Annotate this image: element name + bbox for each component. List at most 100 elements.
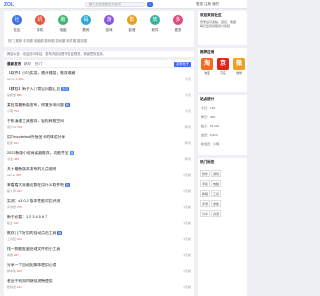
post-title[interactable]: 来看看大家最近都在用什么软件吧热 — [7, 183, 191, 188]
media-icon: 影 — [127, 15, 137, 25]
stats-title: 站点统计 — [200, 97, 215, 101]
list-item[interactable]: 手机清理工具推荐，轻松释放空间 用户01 632 昨天 — [7, 119, 191, 129]
stat-line: 新会员：小明 — [201, 142, 220, 146]
more-icon: 多 — [173, 15, 183, 25]
list-item[interactable]: 2022新版小说阅读器推荐，功能齐全精书虫 488 昨天 — [7, 151, 191, 161]
app-tile[interactable]: 京京东 — [215, 58, 231, 75]
post-title[interactable]: 新手必看：1 2 3 4 5 6 7 — [7, 215, 191, 220]
post-author[interactable]: 评测君 — [7, 205, 17, 209]
camera-icon: 码 — [81, 15, 91, 25]
tag-pill[interactable]: 游戏 — [211, 170, 222, 177]
post-author[interactable]: 路人甲 — [7, 189, 17, 193]
post-time: 5天前 — [183, 269, 191, 274]
post-time: 昨天 — [184, 141, 191, 146]
post-meta: 用户01 632 昨天 — [7, 125, 191, 129]
post-time: 2天前 — [183, 173, 191, 178]
tag-row: 分享 资源 — [200, 210, 222, 217]
list-item[interactable]: 新手必看：1 2 3 4 5 6 7 版主 341 3天前 — [7, 215, 191, 225]
nav-item-label: 数码 — [82, 28, 90, 32]
list-item[interactable]: 推荐几个好用的自动点击工具精工具控 310 4天前 — [7, 231, 191, 241]
header-user-links[interactable]: 登录 注册 我的 — [196, 2, 219, 7]
nav-item[interactable]: 社社区 — [8, 15, 26, 33]
weibo-icon: 微 — [233, 58, 245, 70]
app-tile[interactable]: 微微博 — [231, 58, 247, 75]
tab-featured[interactable]: 精华 — [24, 62, 31, 67]
app-tile-label: 京东 — [220, 71, 226, 75]
post-time: 今天 — [184, 109, 191, 114]
list-item[interactable]: 来看看大家最近都在用什么软件吧热路人甲 402 2天前 — [7, 183, 191, 193]
list-item[interactable]: 【软件】小巧实用，随开随用，推荐收藏 admin 1,284 今天 — [7, 71, 191, 81]
post-views: 341 — [13, 221, 19, 226]
tag-pill[interactable]: 工具 — [211, 190, 222, 197]
tag-pill[interactable]: 教程 — [200, 190, 211, 197]
post-title[interactable]: 老旧手机如何继续流畅使用 — [7, 279, 191, 284]
apps-title: 推荐应用 — [200, 50, 215, 54]
nav-item[interactable]: 码数码 — [77, 15, 95, 33]
post-title[interactable]: 手机清理工具推荐，轻松释放空间 — [7, 119, 191, 124]
post-author[interactable]: 数码迷 — [7, 285, 17, 289]
post-title[interactable]: 2022新版小说阅读器推荐，功能齐全精 — [7, 151, 191, 156]
tag-pill[interactable]: 求助 — [211, 200, 222, 207]
post-title[interactable]: 实测：v3.0.2 版本性能对比评测 — [7, 199, 191, 204]
nav-item[interactable]: 多更多 — [169, 15, 187, 33]
tag-pill[interactable]: 电脑 — [211, 180, 222, 187]
post-title[interactable]: 某应用最新版发布，修复多项问题精 — [7, 103, 191, 108]
post-badge: 精 — [69, 151, 75, 155]
list-item[interactable]: 【教程】新手入门常见问题汇总 置顶 编辑部 986 今天 — [7, 87, 191, 97]
app-tile[interactable]: 淘淘宝 — [199, 58, 215, 75]
phone-icon: 机 — [35, 15, 45, 25]
nav-item-label: 手机 — [36, 28, 44, 32]
tag-pill[interactable]: 分享 — [200, 210, 211, 217]
post-button[interactable]: 发布帖子 — [174, 61, 191, 67]
post-author[interactable]: admin — [7, 77, 16, 81]
post-meta: 版主 341 3天前 — [7, 221, 191, 225]
welcome-line: 每日签到领取积分奖励 — [200, 24, 231, 28]
post-author[interactable]: 小明 — [7, 109, 14, 113]
jd-icon: 京 — [217, 58, 229, 70]
list-item[interactable]: 找一款能批量处理文件的小工具 求助 287 4天前 — [7, 247, 191, 257]
tag-pill[interactable]: 软件 — [200, 170, 211, 177]
post-author[interactable]: 求助 — [7, 253, 14, 257]
search-icon[interactable]: ⌕ — [147, 2, 153, 7]
tag-row: 评测 求助 — [200, 200, 222, 207]
nav-item[interactable]: 软软件 — [146, 15, 164, 33]
tag-pill[interactable]: 手机 — [200, 180, 211, 187]
post-author[interactable]: 书虫 — [7, 157, 14, 161]
post-title[interactable]: 【软件】小巧实用，随开随用，推荐收藏 — [7, 71, 191, 76]
post-title[interactable]: 用Thunderbolt外接显卡的体验分享 — [7, 135, 191, 140]
nav-item[interactable]: 脑电脑 — [54, 15, 72, 33]
sub-category-links[interactable]: 热门 推荐 手机圈 电脑圈 数码圈 游戏圈 软件圈 摄影圈 — [8, 38, 87, 43]
tags-title: 热门标签 — [200, 160, 215, 164]
post-author[interactable]: 编辑部 — [7, 93, 17, 97]
list-item[interactable]: 实测：v3.0.2 版本性能对比评测 评测君 376 3天前 — [7, 199, 191, 209]
post-author[interactable]: 工具控 — [7, 237, 17, 241]
post-author[interactable]: admin — [7, 173, 16, 177]
tag-pill[interactable]: 资源 — [211, 210, 222, 217]
tab-latest[interactable]: 最新发布 — [7, 62, 21, 67]
post-time: 2天前 — [183, 189, 191, 194]
nav-item[interactable]: 游游戏 — [100, 15, 118, 33]
laptop-icon: 脑 — [58, 15, 68, 25]
post-title[interactable]: 推荐几个好用的自动点击工具精 — [7, 231, 191, 236]
post-title[interactable]: 关于最新版本发布的几点说明 — [7, 167, 191, 172]
post-badge: 精 — [64, 103, 70, 107]
list-item[interactable]: 关于最新版本发布的几点说明 admin 455 2天前 — [7, 167, 191, 177]
post-title[interactable]: 【教程】新手入门常见问题汇总 置顶 — [7, 87, 191, 92]
post-author[interactable]: 版主 — [7, 221, 14, 225]
post-author[interactable]: 脚本侠 — [7, 269, 17, 273]
list-item[interactable]: 用Thunderbolt外接显卡的体验分享 极客 521 昨天 — [7, 135, 191, 145]
site-announcement: 网站公告：欢迎访问本站，发布内容请遵守社区规范，感谢您的支持。 — [4, 51, 194, 57]
tag-pill[interactable]: 评测 — [200, 200, 211, 207]
nav-item[interactable]: 影影音 — [123, 15, 141, 33]
tab-hot[interactable]: 热门 — [35, 62, 42, 67]
list-item[interactable]: 分享一个自动化脚本使用心得 脚本侠 266 5天前 — [7, 263, 191, 273]
post-author[interactable]: 极客 — [7, 141, 14, 145]
site-logo[interactable]: ZOL — [4, 2, 14, 8]
post-title[interactable]: 找一款能批量处理文件的小工具 — [7, 247, 191, 252]
post-title[interactable]: 分享一个自动化脚本使用心得 — [7, 263, 191, 268]
list-item[interactable]: 某应用最新版发布，修复多项问题精小明 754 今天 — [7, 103, 191, 113]
nav-item[interactable]: 机手机 — [31, 15, 49, 33]
list-item[interactable]: 老旧手机如何继续流畅使用 数码迷 241 5天前 — [7, 279, 191, 289]
post-author[interactable]: 用户01 — [7, 125, 17, 129]
search-input[interactable]: 输入您想搜索的关键词 — [85, 2, 145, 7]
